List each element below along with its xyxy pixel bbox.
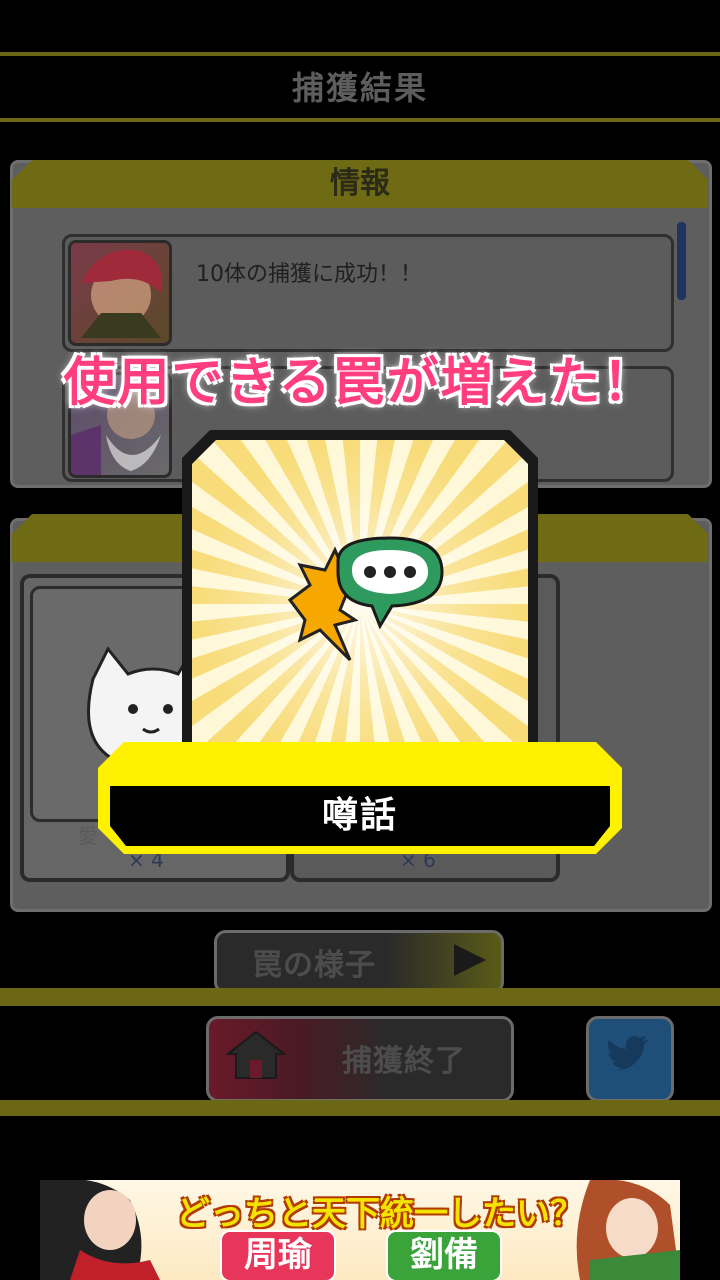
speech-bubble-icon: [287, 536, 444, 662]
end-capture-button-label: 捕獲終了: [342, 1044, 466, 1079]
header-top-line: [0, 52, 720, 56]
info-row-text: 10体の捕獲に成功！！: [196, 262, 422, 287]
ad-banner[interactable]: どっちと天下統一したい？ 周瑜 劉備: [40, 1180, 680, 1280]
trap-status-button-label: 罠の様子: [252, 948, 376, 983]
play-arrow-icon: [454, 944, 486, 976]
yellow-divider-bar: [0, 988, 720, 1006]
header-bottom-line: [0, 118, 720, 122]
ad-option-liu-bei-button[interactable]: 劉備: [386, 1230, 502, 1280]
ad-option-zhou-yu-button[interactable]: 周瑜: [220, 1230, 336, 1280]
item-name: 噂話: [321, 795, 398, 836]
character-portrait-avatar: [68, 240, 172, 346]
info-panel-title: 情報: [330, 166, 390, 201]
scrollbar-thumb[interactable]: [677, 222, 686, 300]
twitter-bird-icon: [608, 1036, 649, 1071]
home-icon: [226, 1030, 286, 1079]
character-red-hair-icon: [81, 249, 163, 338]
ad-headline: どっちと天下統一したい？: [176, 1194, 584, 1234]
yellow-divider-bar: [0, 1100, 720, 1116]
popup-title: 使用できる罠が増えた！: [63, 353, 657, 413]
trap-card-label: 愛: [78, 824, 98, 848]
page-title: 捕獲結果: [291, 69, 428, 107]
